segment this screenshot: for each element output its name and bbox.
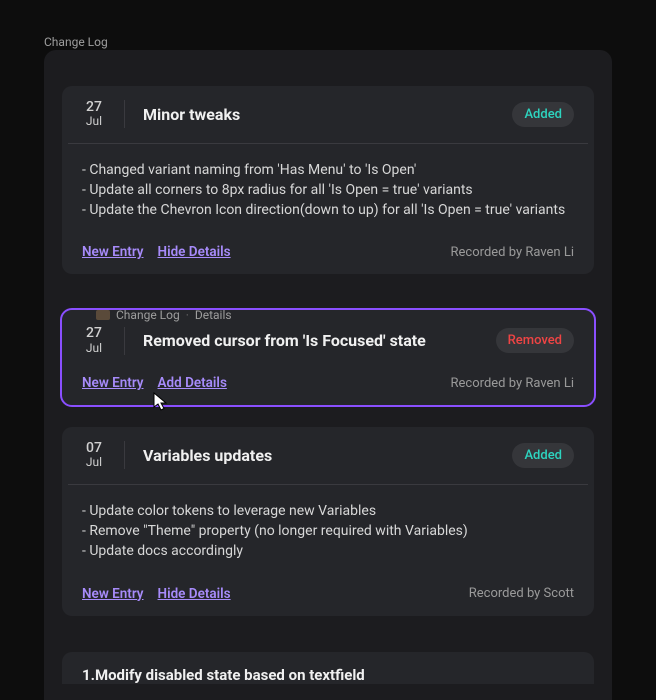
entry-title: Minor tweaks — [143, 105, 494, 124]
changelog-entry[interactable]: 07 Jul Variables updates Added - Update … — [62, 427, 594, 615]
changelog-entry-partial[interactable]: 1.Modify disabled state based on textfie… — [62, 652, 594, 684]
recorded-by: Recorded by Raven Li — [451, 245, 574, 260]
breadcrumb-separator: · — [186, 308, 189, 322]
date-month: Jul — [86, 342, 102, 355]
entry-title: 1.Modify disabled state based on textfie… — [82, 666, 574, 684]
entry-footer: New Entry Add Details Recorded by Raven … — [62, 365, 594, 405]
breadcrumb: Change Log · Details — [96, 308, 232, 322]
date-month: Jul — [86, 456, 102, 469]
status-badge: Added — [512, 443, 574, 468]
date-day: 27 — [86, 100, 102, 115]
hide-details-link[interactable]: Hide Details — [158, 244, 231, 260]
entry-date: 27 Jul — [82, 326, 106, 355]
entry-footer: New Entry Hide Details Recorded by Scott — [62, 576, 594, 616]
entry-date: 27 Jul — [82, 100, 106, 129]
add-details-link[interactable]: Add Details — [158, 375, 227, 391]
entry-title: Removed cursor from 'Is Focused' state — [143, 331, 478, 350]
entry-header: 27 Jul Minor tweaks Added — [62, 86, 594, 143]
date-day: 27 — [86, 326, 102, 341]
new-entry-link[interactable]: New Entry — [82, 375, 144, 391]
page-title: Change Log — [44, 35, 108, 49]
entry-date: 07 Jul — [82, 441, 106, 470]
divider — [124, 327, 125, 355]
entry-title: Variables updates — [143, 446, 494, 465]
entry-header: 07 Jul Variables updates Added — [62, 427, 594, 484]
changelog-entry[interactable]: 27 Jul Minor tweaks Added - Changed vari… — [62, 86, 594, 274]
changelog-entry[interactable]: 27 Jul Removed cursor from 'Is Focused' … — [62, 310, 594, 405]
changelog-container: 27 Jul Minor tweaks Added - Changed vari… — [44, 50, 612, 700]
new-entry-link[interactable]: New Entry — [82, 244, 144, 260]
breadcrumb-item[interactable]: Change Log — [116, 308, 180, 322]
recorded-by: Recorded by Scott — [469, 586, 574, 601]
status-badge: Removed — [496, 328, 574, 353]
recorded-by: Recorded by Raven Li — [451, 376, 574, 391]
breadcrumb-item[interactable]: Details — [195, 308, 232, 322]
entry-body: - Changed variant naming from 'Has Menu'… — [62, 144, 594, 235]
entry-footer: New Entry Hide Details Recorded by Raven… — [62, 234, 594, 274]
date-day: 07 — [86, 441, 102, 456]
hide-details-link[interactable]: Hide Details — [158, 586, 231, 602]
status-badge: Added — [512, 102, 574, 127]
divider — [124, 441, 125, 469]
divider — [124, 100, 125, 128]
new-entry-link[interactable]: New Entry — [82, 586, 144, 602]
entry-body: - Update color tokens to leverage new Va… — [62, 485, 594, 576]
component-icon — [96, 310, 110, 320]
date-month: Jul — [86, 115, 102, 128]
